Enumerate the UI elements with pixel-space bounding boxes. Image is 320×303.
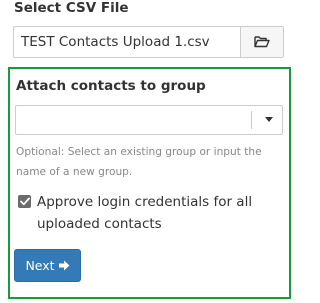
select-csv-title: Select CSV File <box>14 0 129 16</box>
approve-credentials-row[interactable]: Approve login credentials for all upload… <box>18 191 286 235</box>
check-icon <box>19 197 30 206</box>
caret-down-icon[interactable] <box>265 117 273 122</box>
approve-credentials-label[interactable]: Approve login credentials for all upload… <box>37 191 267 235</box>
next-button-label: Next <box>25 258 55 273</box>
select-divider <box>251 111 252 129</box>
group-select[interactable] <box>15 105 283 135</box>
approve-credentials-checkbox[interactable] <box>18 195 31 208</box>
arrow-right-icon <box>58 260 70 271</box>
group-help-text: Optional: Select an existing group or in… <box>16 146 262 178</box>
group-panel: Attach contacts to group Optional: Selec… <box>8 67 291 299</box>
browse-button[interactable] <box>240 27 283 57</box>
csv-file-name[interactable]: TEST Contacts Upload 1.csv <box>14 27 240 57</box>
group-label: Attach contacts to group <box>16 78 206 94</box>
csv-file-picker[interactable]: TEST Contacts Upload 1.csv <box>13 26 284 58</box>
folder-open-icon <box>254 33 270 52</box>
next-button[interactable]: Next <box>14 249 81 282</box>
